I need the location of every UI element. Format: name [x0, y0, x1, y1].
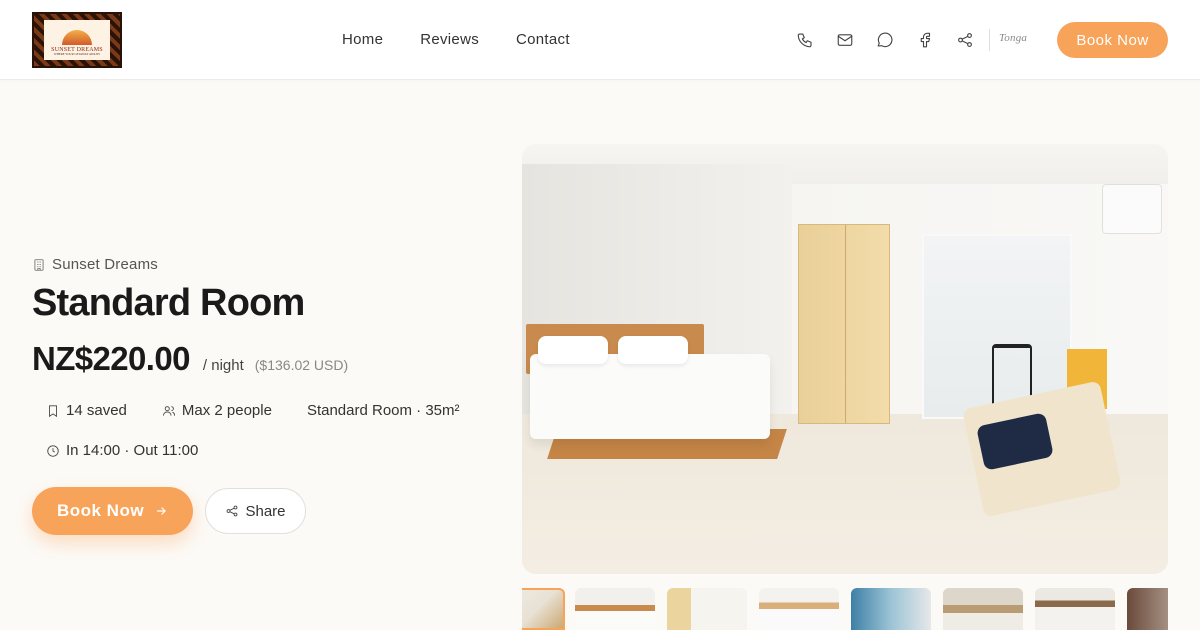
property-name-label: Sunset Dreams	[52, 256, 158, 273]
thumbnail[interactable]	[759, 588, 839, 630]
property-name: Sunset Dreams	[32, 256, 158, 273]
max-people-label: Max 2 people	[181, 402, 272, 419]
price-unit: / night	[202, 357, 244, 374]
nav-home[interactable]: Home	[342, 31, 383, 48]
bookmark-icon	[49, 404, 57, 417]
partner-logo: Tonga	[999, 32, 1028, 44]
room-meta: 14 saved Max 2 people Standard Room · 35…	[46, 402, 495, 419]
thumbnail[interactable]	[667, 588, 747, 630]
header-icons	[795, 30, 995, 50]
saved-count-label: 14 saved	[66, 402, 127, 419]
thumbnail[interactable]	[943, 588, 1023, 630]
main-nav: Home Reviews Contact	[342, 31, 607, 48]
header-book-now-button[interactable]: Book Now	[1057, 22, 1168, 58]
photo-pillow	[618, 336, 688, 364]
sunset-icon	[62, 30, 92, 46]
saved-count[interactable]: 14 saved	[46, 402, 127, 419]
main-room-photo[interactable]	[522, 144, 1168, 574]
phone-icon[interactable]	[795, 30, 815, 50]
chat-icon[interactable]	[875, 30, 895, 50]
share-icon	[227, 505, 238, 517]
price-usd: ($136.02 USD)	[254, 357, 349, 373]
logo-tagline: WHERE YOUR GETAWAY AWAITS	[53, 52, 101, 57]
nav-reviews[interactable]: Reviews	[420, 31, 479, 48]
thumbnail[interactable]	[575, 588, 655, 630]
checkin-times: In 14:00 · Out 11:00	[46, 442, 198, 459]
arrow-right-icon	[156, 507, 166, 515]
share-icon[interactable]	[955, 30, 975, 50]
photo-bed	[530, 354, 770, 439]
book-now-button[interactable]: Book Now	[32, 487, 193, 535]
nav-contact[interactable]: Contact	[516, 31, 570, 48]
logo[interactable]: SUNSET DREAMS WHERE YOUR GETAWAY AWAITS	[32, 12, 122, 68]
book-now-label: Book Now	[56, 501, 145, 520]
max-people: Max 2 people	[162, 402, 272, 419]
checkin-label: In 14:00 · Out 11:00	[66, 442, 199, 459]
page-title: Standard Room	[32, 282, 305, 324]
logo-inner: SUNSET DREAMS WHERE YOUR GETAWAY AWAITS	[44, 20, 110, 60]
clock-icon	[47, 444, 59, 457]
price: NZ$220.00	[32, 340, 190, 377]
thumbnail[interactable]	[1127, 588, 1168, 630]
header-divider	[989, 29, 990, 51]
room-info: Standard Room · 35m²	[306, 402, 460, 419]
users-icon	[162, 405, 175, 416]
building-icon	[34, 258, 44, 271]
thumbnail-strip	[522, 588, 1168, 630]
site-header: SUNSET DREAMS WHERE YOUR GETAWAY AWAITS …	[0, 0, 1200, 80]
share-label: Share	[245, 502, 286, 520]
photo-air-conditioner	[1102, 184, 1162, 234]
thumbnail[interactable]	[522, 588, 565, 630]
mail-icon[interactable]	[835, 30, 855, 50]
thumbnail[interactable]	[1035, 588, 1115, 630]
photo-pillow	[538, 336, 608, 364]
photo-wardrobe	[798, 224, 890, 424]
share-button[interactable]: Share	[205, 488, 306, 534]
facebook-icon[interactable]	[915, 30, 935, 50]
thumbnail[interactable]	[851, 588, 931, 630]
price-row: NZ$220.00 / night ($136.02 USD)	[32, 340, 348, 378]
